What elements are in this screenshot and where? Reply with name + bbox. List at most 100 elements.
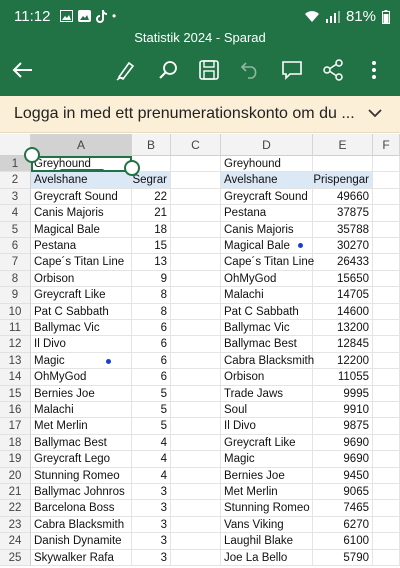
cell-c[interactable]: [171, 385, 221, 402]
row-header[interactable]: 11: [0, 320, 31, 337]
cell-d[interactable]: Cape´s Titan Line: [221, 254, 314, 271]
cell-f[interactable]: [373, 369, 400, 386]
cell-b[interactable]: 4: [132, 434, 171, 452]
cell-b[interactable]: 6: [132, 369, 171, 386]
cell-c[interactable]: [171, 467, 221, 484]
cell-c[interactable]: [171, 238, 221, 255]
cell-e[interactable]: 9910: [313, 402, 373, 419]
cell-c[interactable]: [171, 402, 221, 419]
cell-b[interactable]: 6: [132, 320, 171, 337]
cell-e[interactable]: [313, 156, 373, 173]
cell-f[interactable]: [373, 287, 400, 304]
cell-f[interactable]: [373, 533, 400, 550]
cell-f[interactable]: [373, 549, 400, 566]
cell-f[interactable]: [373, 320, 400, 337]
cell-d[interactable]: OhMyGod: [221, 270, 313, 288]
cell-a[interactable]: Ballymac Johnros: [31, 484, 132, 501]
row-header[interactable]: 19: [0, 451, 31, 468]
cell-c[interactable]: [171, 287, 221, 304]
selection-handle-start[interactable]: [24, 147, 40, 163]
cell-a[interactable]: Canis Majoris: [31, 205, 132, 222]
cell-e[interactable]: 9995: [313, 385, 373, 402]
column-header-c[interactable]: C: [171, 134, 221, 156]
cell-a[interactable]: Avelshane: [31, 172, 132, 189]
cell-f[interactable]: [373, 467, 400, 484]
cell-a[interactable]: Malachi: [31, 402, 132, 419]
row-header[interactable]: 24: [0, 533, 31, 550]
cell-a[interactable]: Skywalker Rafa: [31, 549, 132, 566]
row-header[interactable]: 15: [0, 385, 31, 402]
row-header[interactable]: 17: [0, 418, 31, 435]
cell-e[interactable]: 13200: [313, 320, 373, 337]
cell-a[interactable]: Cape´s Titan Line: [31, 254, 132, 271]
column-header-f[interactable]: F: [373, 134, 400, 156]
cell-c[interactable]: [171, 434, 221, 452]
cell-e[interactable]: 7465: [313, 500, 373, 517]
cell-a[interactable]: Danish Dynamite: [31, 533, 132, 550]
cell-b[interactable]: 21: [132, 205, 171, 222]
cell-a[interactable]: Greycraft Like: [31, 287, 132, 304]
cell-e[interactable]: 14600: [313, 303, 373, 320]
cell-e[interactable]: 30270: [313, 238, 373, 255]
row-header[interactable]: 13: [0, 352, 31, 370]
row-header[interactable]: 22: [0, 500, 31, 517]
cell-c[interactable]: [171, 254, 221, 271]
cell-d[interactable]: Laughil Blake: [221, 533, 313, 550]
cell-e[interactable]: 9450: [313, 467, 373, 484]
cell-b[interactable]: 13: [132, 254, 171, 271]
cell-f[interactable]: [373, 385, 400, 402]
cell-c[interactable]: [171, 500, 221, 517]
cell-e[interactable]: 26433: [313, 254, 373, 271]
cell-b[interactable]: 6: [132, 352, 171, 370]
cell-c[interactable]: [171, 516, 221, 534]
cell-b[interactable]: 8: [132, 287, 171, 304]
cell-d[interactable]: Joe La Bello: [221, 549, 313, 566]
cell-f[interactable]: [373, 254, 400, 271]
cell-b[interactable]: 15: [132, 238, 171, 255]
cell-f[interactable]: [373, 516, 400, 534]
cell-f[interactable]: [373, 172, 400, 189]
cell-a[interactable]: Magic: [31, 352, 132, 370]
cell-b[interactable]: 18: [132, 221, 171, 238]
cell-c[interactable]: [171, 336, 221, 353]
cell-d[interactable]: Met Merlin: [221, 484, 313, 501]
cell-f[interactable]: [373, 434, 400, 452]
cell-b[interactable]: 3: [132, 533, 171, 550]
cell-b[interactable]: 22: [132, 188, 171, 206]
cell-b[interactable]: 3: [132, 516, 171, 534]
more-options-button[interactable]: [360, 56, 388, 84]
cell-a[interactable]: Met Merlin: [31, 418, 132, 435]
cell-d[interactable]: Cabra Blacksmith: [221, 352, 314, 370]
cell-d[interactable]: Greyhound: [221, 156, 313, 173]
row-header[interactable]: 3: [0, 188, 31, 206]
cell-b[interactable]: 8: [132, 303, 171, 320]
cell-b[interactable]: 3: [132, 500, 171, 517]
cell-e[interactable]: 11055: [313, 369, 373, 386]
cell-e[interactable]: 35788: [313, 221, 373, 238]
sign-in-banner[interactable]: Logga in med ett prenumerationskonto om …: [0, 96, 400, 133]
selection-handle-end[interactable]: [124, 160, 140, 176]
row-header[interactable]: 8: [0, 270, 31, 288]
row-header[interactable]: 14: [0, 369, 31, 386]
cell-a[interactable]: Pat C Sabbath: [31, 303, 132, 320]
cell-f[interactable]: [373, 500, 400, 517]
row-header[interactable]: 12: [0, 336, 31, 353]
cell-d[interactable]: Ballymac Vic: [221, 320, 313, 337]
cell-a[interactable]: Barcelona Boss: [31, 500, 132, 517]
cell-a[interactable]: Greycraft Sound: [31, 188, 132, 206]
cell-f[interactable]: [373, 156, 400, 173]
cell-a[interactable]: Pestana: [31, 238, 132, 255]
column-header-a[interactable]: A: [31, 134, 132, 156]
cell-a[interactable]: Stunning Romeo: [31, 467, 132, 484]
cell-a[interactable]: Il Divo: [31, 336, 132, 353]
cell-d[interactable]: Avelshane: [221, 172, 313, 189]
row-header[interactable]: 25: [0, 549, 31, 566]
cell-c[interactable]: [171, 484, 221, 501]
cell-e[interactable]: 9065: [313, 484, 373, 501]
cell-d[interactable]: Ballymac Best: [221, 336, 313, 353]
cell-c[interactable]: [171, 172, 221, 189]
cell-d[interactable]: Magic: [221, 451, 313, 468]
cell-b[interactable]: 3: [132, 484, 171, 501]
row-header[interactable]: 5: [0, 221, 31, 238]
search-button[interactable]: [154, 56, 182, 84]
